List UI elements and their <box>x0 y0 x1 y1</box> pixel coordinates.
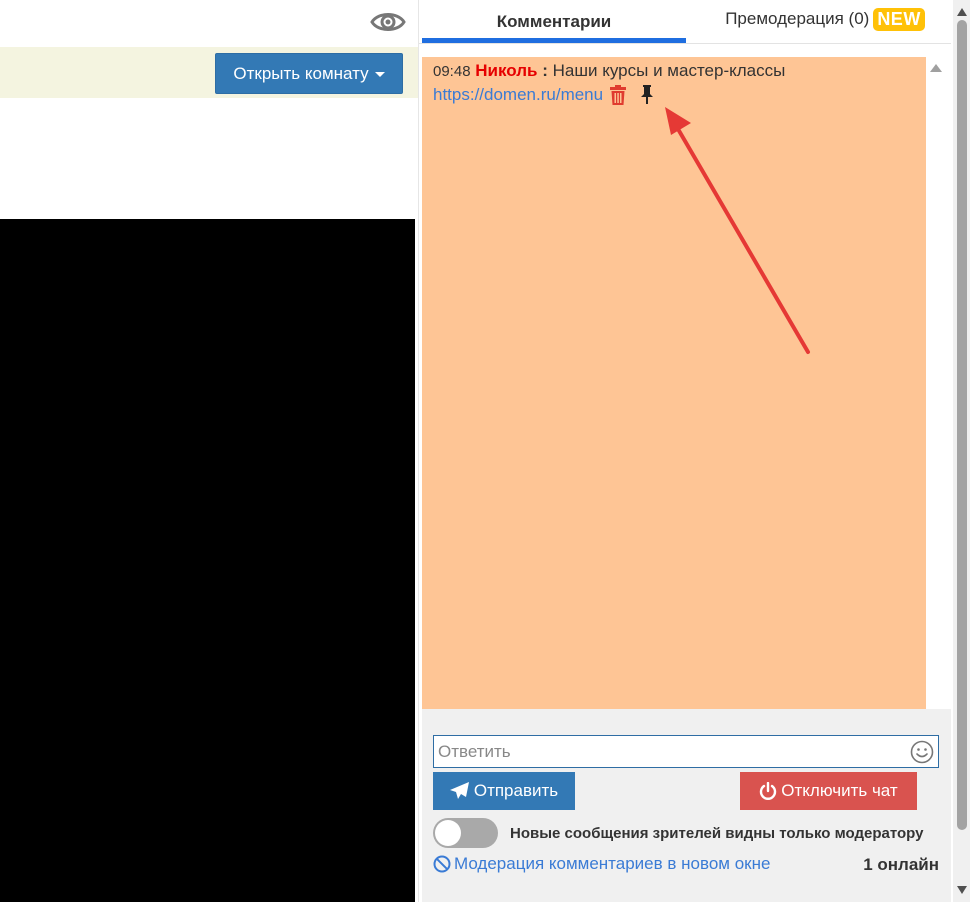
message-link[interactable]: https://domen.ru/menu <box>433 85 603 105</box>
scroll-up-icon[interactable] <box>957 8 967 16</box>
message-actions-row: https://domen.ru/menu <box>433 85 657 105</box>
tab-premoderation-label: Премодерация (0) <box>725 9 870 28</box>
reply-input[interactable] <box>438 741 910 762</box>
open-room-button[interactable]: Открыть комнату <box>215 53 403 94</box>
message-time: 09:48 <box>433 63 471 80</box>
eye-icon[interactable] <box>370 6 406 38</box>
message-author[interactable]: Николь <box>475 61 537 80</box>
chat-message: 09:48 Николь : Наши курсы и мастер-класс… <box>433 61 785 81</box>
chat-tabs: Комментарии Премодерация (0) NEW <box>419 0 951 44</box>
open-room-label: Открыть комнату <box>233 63 369 83</box>
moderation-link-label: Модерация комментариев в новом окне <box>454 854 771 873</box>
scrollbar-thumb[interactable] <box>957 20 967 830</box>
send-label: Отправить <box>473 781 559 800</box>
power-icon <box>760 782 777 800</box>
toggle-knob <box>435 820 461 846</box>
chat-messages[interactable]: 09:48 Николь : Наши курсы и мастер-класс… <box>422 57 926 709</box>
app-root: Открыть комнату Комментарии Премодерация… <box>0 0 970 902</box>
smile-icon[interactable] <box>910 740 934 764</box>
chat-pane: Комментарии Премодерация (0) NEW 09:48 Н… <box>418 0 970 902</box>
reply-field[interactable] <box>433 735 939 768</box>
message-text: Наши курсы и мастер-классы <box>552 61 786 80</box>
toggle-label: Новые сообщения зрителей видны только мо… <box>510 825 924 842</box>
chat-scroll-up-icon[interactable] <box>929 63 943 73</box>
send-icon <box>449 782 469 799</box>
tab-premoderation[interactable]: Премодерация (0) NEW <box>699 0 951 38</box>
new-badge: NEW <box>873 7 925 31</box>
pin-icon[interactable] <box>637 85 657 105</box>
active-tab-indicator <box>422 38 686 43</box>
ban-icon <box>433 855 451 873</box>
annotation-arrow <box>665 107 810 354</box>
moderator-only-toggle[interactable] <box>433 818 498 848</box>
caret-down-icon <box>374 72 385 77</box>
disable-chat-button[interactable]: Отключить чат <box>740 772 917 810</box>
tab-comments-label: Комментарии <box>496 12 612 31</box>
send-button[interactable]: Отправить <box>433 772 575 810</box>
moderation-window-link[interactable]: Модерация комментариев в новом окне <box>433 854 770 874</box>
online-count: 1 онлайн <box>863 855 939 874</box>
disable-chat-label: Отключить чат <box>781 781 898 800</box>
message-separator: : <box>542 61 548 80</box>
video-player[interactable] <box>0 219 415 902</box>
player-pane: Открыть комнату <box>0 0 418 902</box>
chat-composer: Отправить Отключить чат Новые сообщения … <box>422 709 951 902</box>
page-scrollbar[interactable] <box>953 0 970 902</box>
trash-icon[interactable] <box>609 85 627 105</box>
scroll-down-icon[interactable] <box>957 886 967 894</box>
